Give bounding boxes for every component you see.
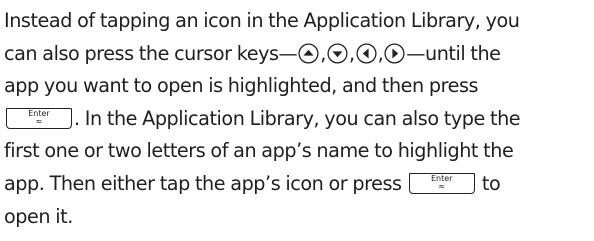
line-6: app. Then either tap the app’s icon or p… (4, 168, 590, 201)
enter-key-sublabel: ≈ (438, 181, 446, 191)
enter-key-icon: Enter ≈ (408, 172, 475, 194)
line-3: app you want to open is highlighted, and… (4, 70, 590, 103)
text-line-6a: app. Then either tap the app’s icon or p… (4, 171, 402, 195)
down-arrow-key-icon (327, 43, 348, 64)
comma-1: , (320, 41, 326, 65)
line-1: Instead of tapping an icon in the Applic… (4, 5, 590, 38)
text-line-7: open it. (4, 204, 73, 228)
line-2: can also press the cursor keys—,,, —until… (4, 38, 590, 71)
text-line-5: first one or two letters of an app’s nam… (4, 139, 514, 163)
text-line-1: Instead of tapping an icon in the Applic… (4, 9, 520, 32)
text-line-2e: —until the (406, 41, 501, 65)
line-5: first one or two letters of an app’s nam… (4, 135, 590, 168)
text-line-3: app you want to open is highlighted, and… (4, 74, 479, 98)
page: Instead of tapping an icon in the Applic… (0, 0, 594, 241)
text-line-4: . In the Application Library, you can al… (74, 106, 521, 130)
enter-key-icon: Enter ≈ (6, 107, 72, 129)
up-arrow-key-icon (298, 43, 319, 64)
instruction-paragraph: Instead of tapping an icon in the Applic… (4, 5, 590, 233)
comma-2: , (348, 41, 355, 65)
line-7: open it. (4, 201, 590, 234)
text-line-2a: can also press the cursor keys— (4, 41, 298, 65)
line-4: Enter ≈. In the Application Library, you … (4, 103, 590, 136)
text-line-6b: to (481, 171, 501, 195)
right-arrow-key-icon (384, 43, 405, 64)
left-arrow-key-icon (356, 43, 377, 64)
enter-key-sublabel: ≈ (35, 116, 43, 126)
comma-3: , (377, 41, 384, 65)
